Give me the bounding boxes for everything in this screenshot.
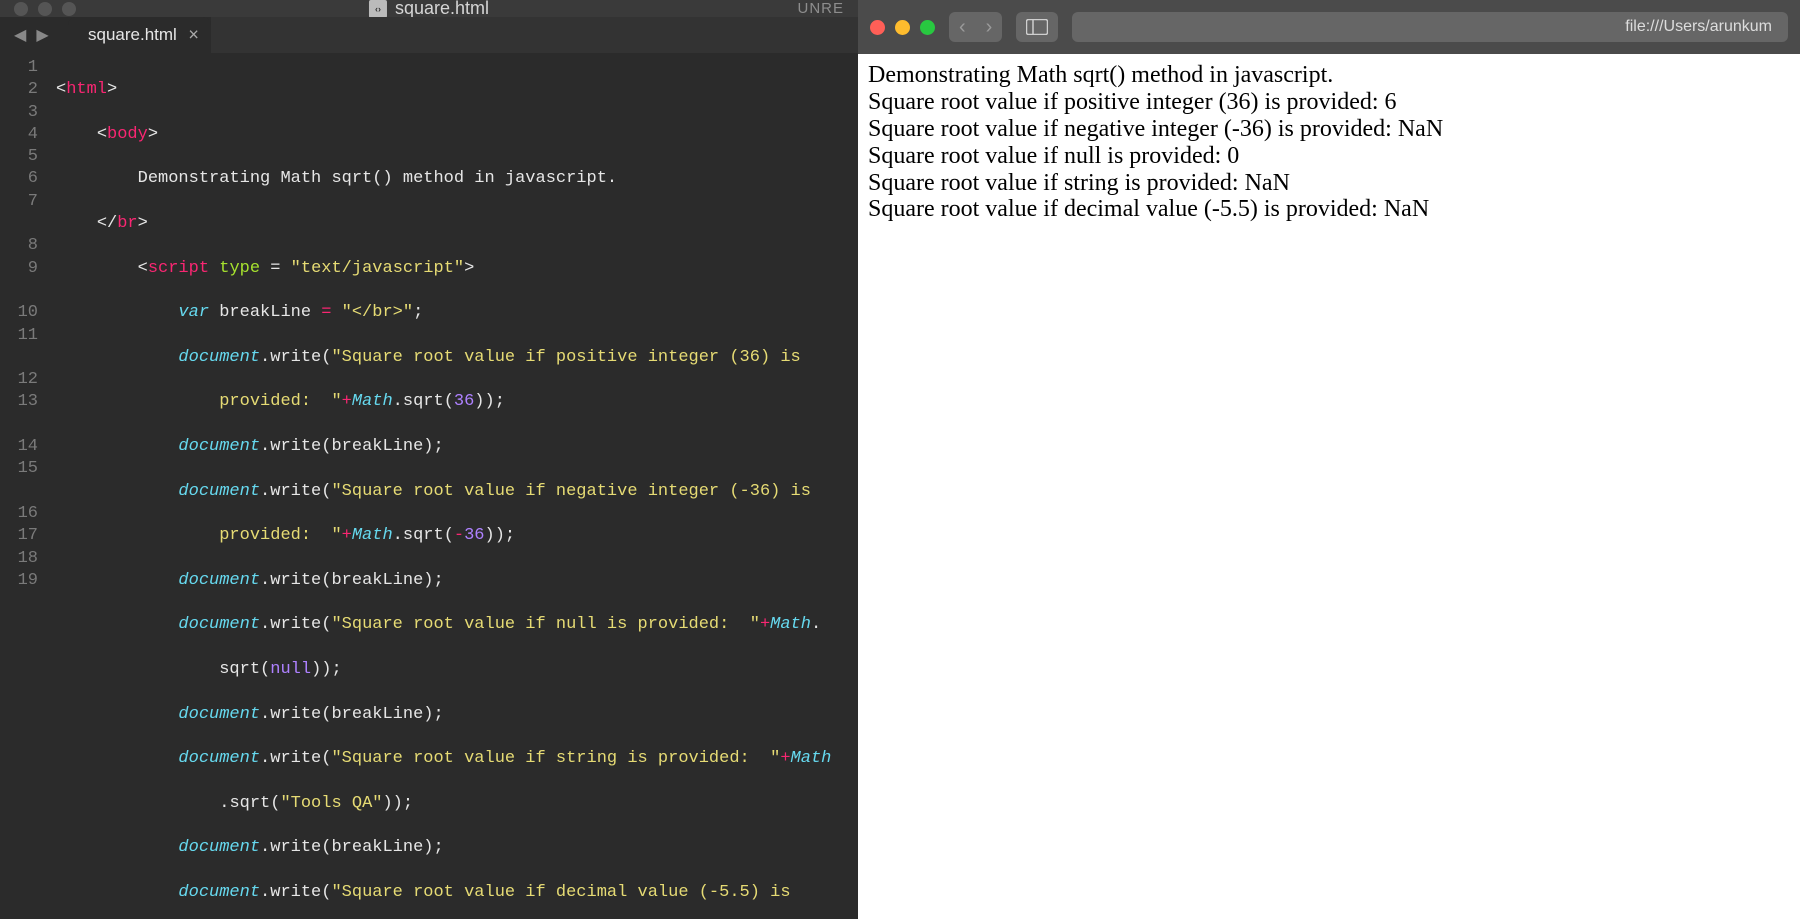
browser-back-icon[interactable]: ‹ [949,17,976,37]
browser-forward-icon[interactable]: › [976,17,1003,37]
line-number: 4 [0,124,38,146]
line-number: 5 [0,146,38,168]
line-number: 12 [0,369,38,391]
line-number: 15 [0,458,38,480]
address-bar-url: file:///Users/arunkum [1625,18,1772,36]
browser-window: ‹ › file:///Users/arunkum Demonstrating … [858,0,1800,919]
browser-nav-buttons: ‹ › [949,12,1002,42]
line-number: 19 [0,570,38,592]
line-number: 17 [0,525,38,547]
editor-tab-label: square.html [88,25,177,45]
unregistered-label: UNRE [797,0,844,17]
output-line: Square root value if negative integer (-… [868,116,1790,143]
line-number: 11 [0,325,38,347]
line-number [0,481,38,503]
line-number: 6 [0,168,38,190]
line-number: 18 [0,548,38,570]
traffic-dot[interactable] [38,2,52,16]
close-icon[interactable]: × [188,25,199,46]
line-number: 1 [0,57,38,79]
line-number: 2 [0,79,38,101]
output-line: Square root value if null is provided: 0 [868,143,1790,170]
line-number [0,414,38,436]
line-number [0,213,38,235]
output-line: Demonstrating Math sqrt() method in java… [868,62,1790,89]
traffic-dot[interactable] [62,2,76,16]
line-number: 7 [0,191,38,213]
tab-shelf [211,17,858,53]
address-bar[interactable]: file:///Users/arunkum [1072,12,1788,42]
file-icon [369,0,387,18]
address-bar-container: file:///Users/arunkum [1072,12,1788,42]
minimize-window-button[interactable] [895,20,910,35]
output-line: Square root value if string is provided:… [868,170,1790,197]
line-number [0,280,38,302]
code-content[interactable]: <html> <body> Demonstrating Math sqrt() … [50,57,858,919]
close-window-button[interactable] [870,20,885,35]
nav-back-icon[interactable]: ◀ [10,23,30,47]
browser-toolbar: ‹ › file:///Users/arunkum [858,0,1800,54]
editor-tab-row: square.html × [0,17,858,53]
line-gutter: 1 2 3 4 5 6 7 8 9 10 11 12 13 14 15 [0,57,50,919]
show-sidebar-button[interactable] [1016,12,1058,42]
line-number: 16 [0,503,38,525]
line-number: 3 [0,102,38,124]
maximize-window-button[interactable] [920,20,935,35]
line-number: 9 [0,258,38,280]
nav-forward-icon[interactable]: ▶ [32,23,52,47]
editor-tab-active[interactable]: square.html × [68,17,211,53]
line-number: 10 [0,302,38,324]
editor-titlebar: square.html UNRE [0,0,858,17]
traffic-dot[interactable] [14,2,28,16]
editor-nav-arrows: ◀ ▶ [10,23,53,47]
editor-traffic-lights [14,2,76,16]
browser-traffic-lights [870,20,935,35]
browser-viewport[interactable]: Demonstrating Math sqrt() method in java… [858,54,1800,919]
line-number: 8 [0,235,38,257]
line-number: 14 [0,436,38,458]
line-number: 13 [0,391,38,413]
line-number [0,347,38,369]
output-line: Square root value if positive integer (3… [868,89,1790,116]
code-area[interactable]: 1 2 3 4 5 6 7 8 9 10 11 12 13 14 15 [0,53,858,919]
sidebar-icon [1026,19,1048,35]
output-line: Square root value if decimal value (-5.5… [868,196,1790,223]
editor-window: square.html UNRE ◀ ▶ square.html × 1 [0,0,858,919]
